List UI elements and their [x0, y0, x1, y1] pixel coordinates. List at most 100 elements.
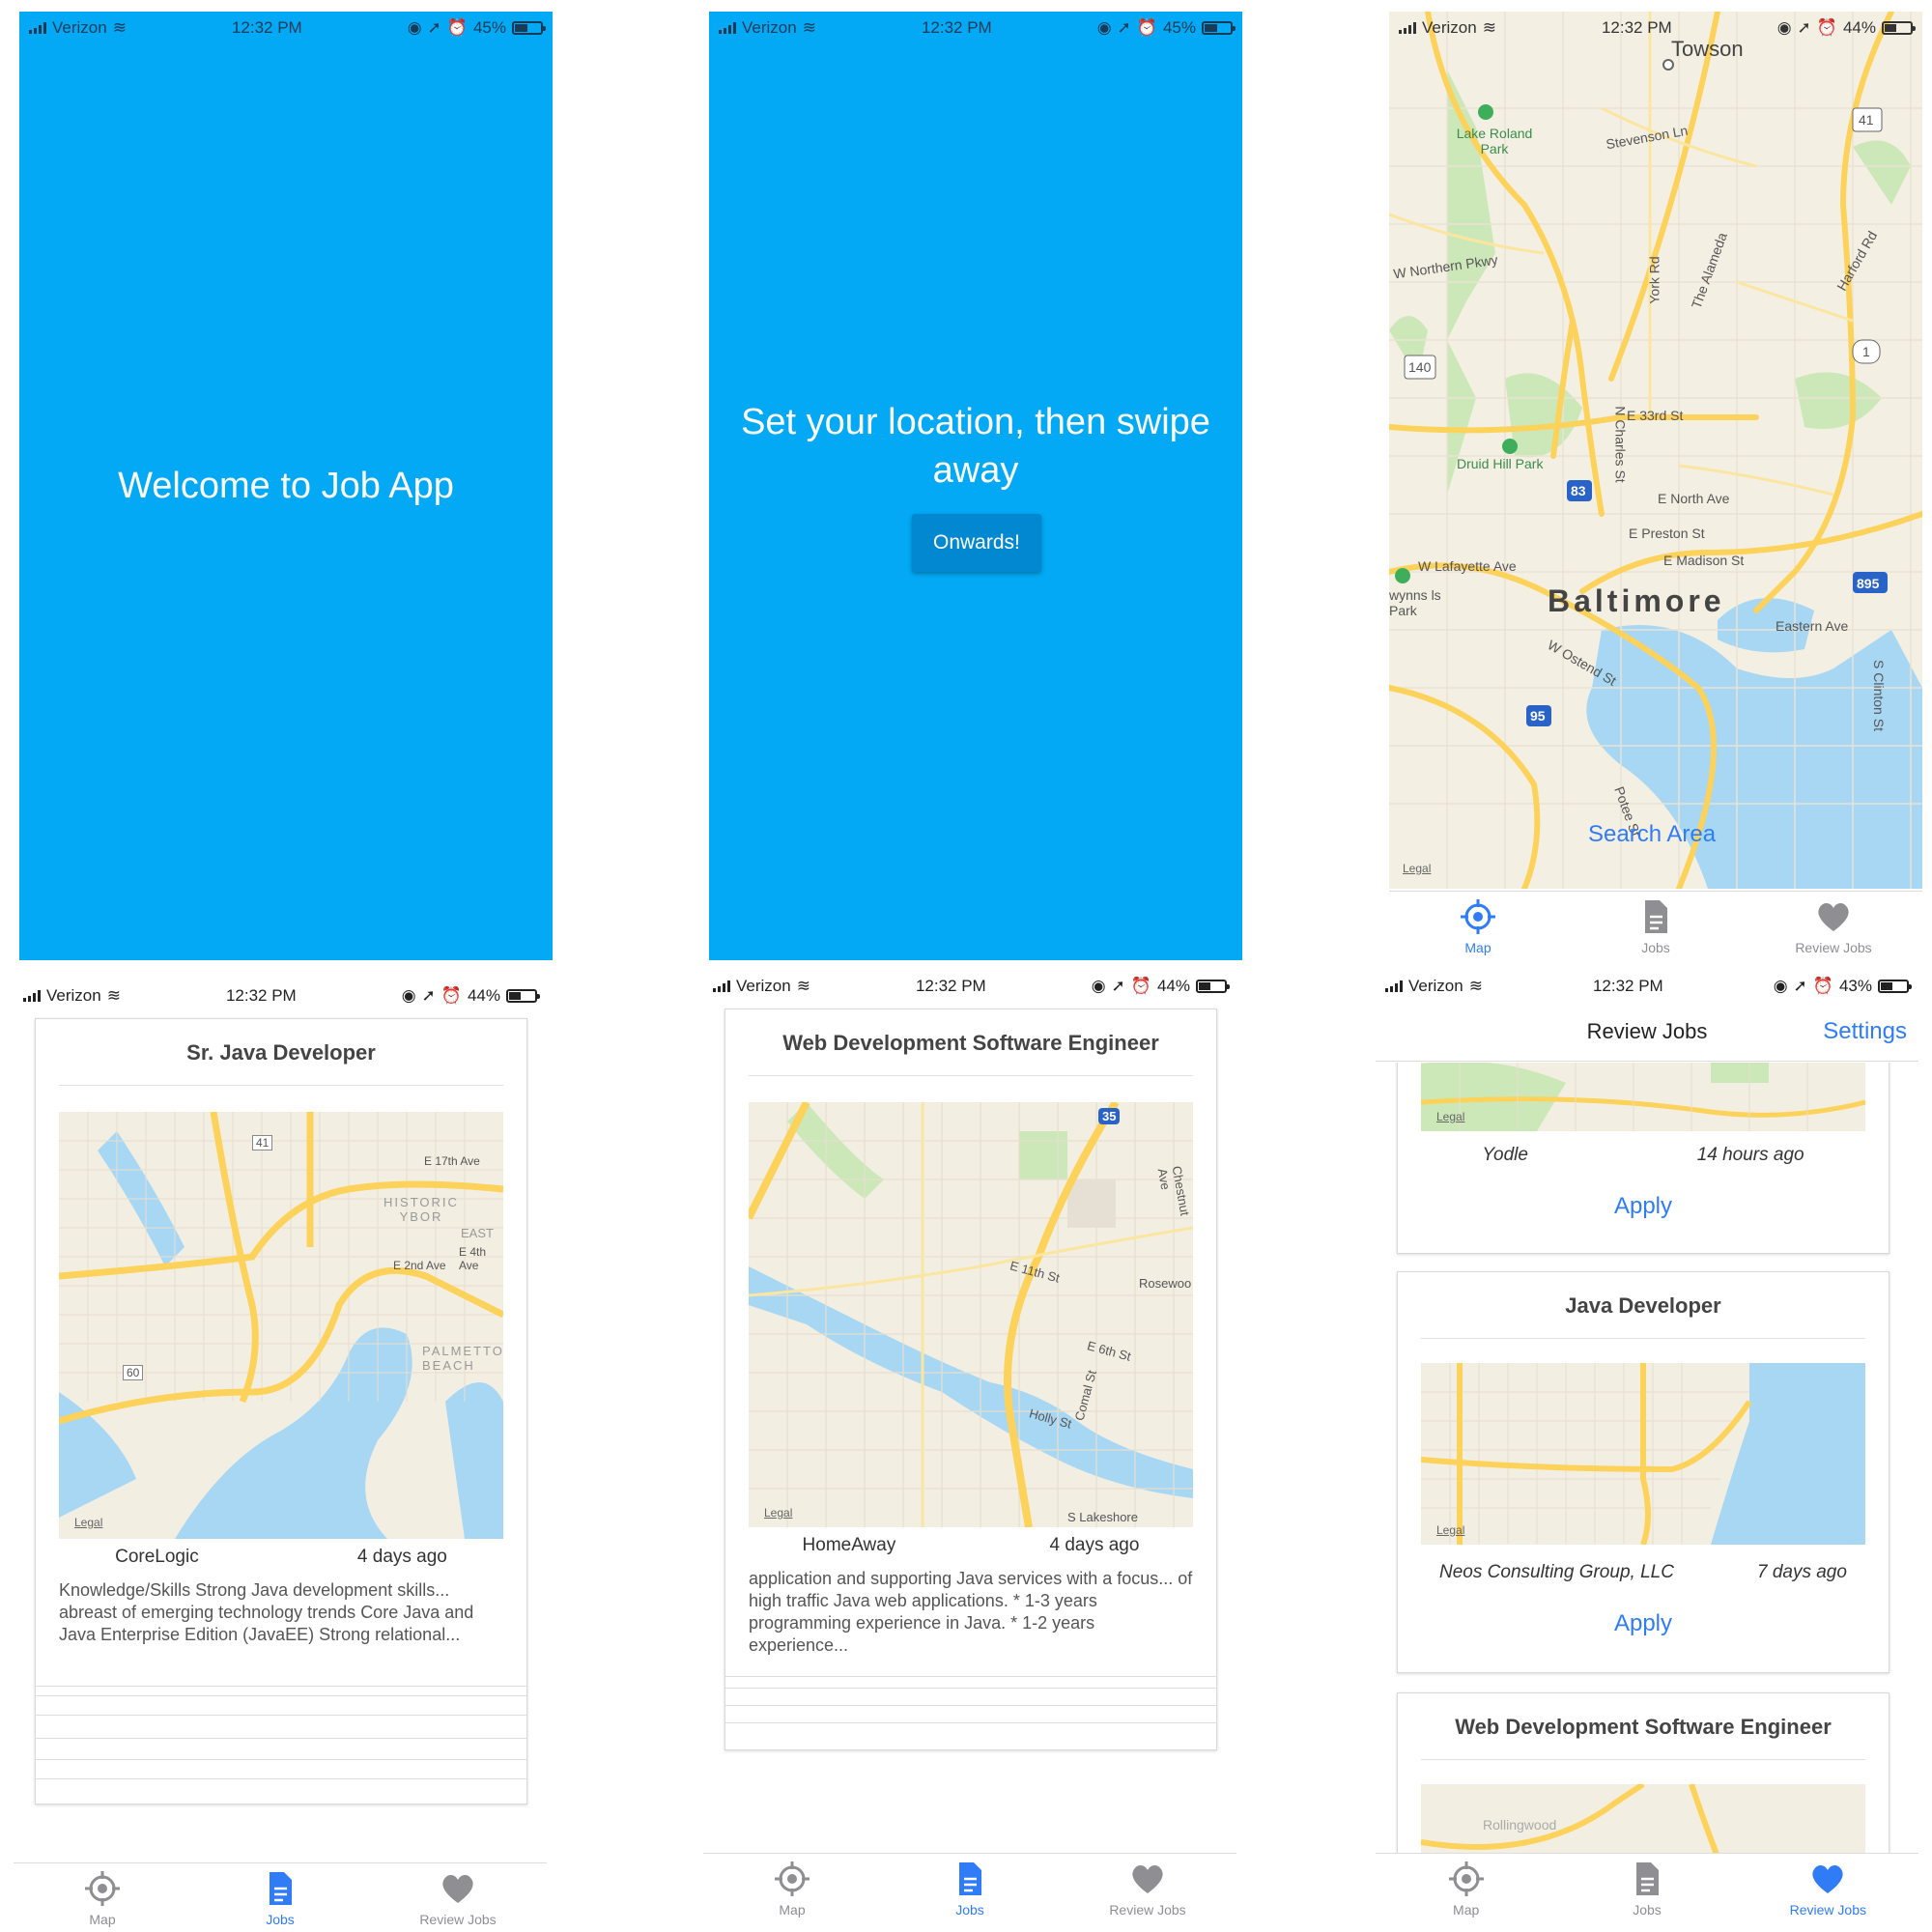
map-screen: Towson Lake Roland Park Stevenson Ln W N…	[1389, 12, 1922, 960]
tab-map[interactable]: Map	[1389, 892, 1567, 960]
job-meta: Neos Consulting Group, LLC 7 days ago	[1398, 1562, 1889, 1583]
heart-icon	[442, 1874, 473, 1903]
review-card: Java Developer Legal Neos Consulting Gro…	[1397, 1271, 1889, 1673]
map-legal-link[interactable]: Legal	[74, 1516, 102, 1529]
map-label-rollingwood: Rollingwood	[1483, 1817, 1557, 1833]
map-legal-link[interactable]: Legal	[1436, 1523, 1464, 1537]
card-stack-edge	[725, 1676, 1216, 1677]
document-icon	[270, 1872, 292, 1905]
jobs-screen-1: Verizon ≋ 12:32 PM ◉ ➚ ⏰ 44% Sr. Java Develo…	[14, 980, 547, 1932]
onwards-button[interactable]: Onwards!	[912, 514, 1041, 572]
job-map[interactable]: Rollingwood	[1421, 1784, 1865, 1855]
posted-age: 14 hours ago	[1696, 1145, 1804, 1165]
location-arrow-icon: ➚	[421, 986, 436, 1005]
tab-jobs[interactable]: Jobs	[881, 1854, 1059, 1923]
status-bar: Verizon ≋ 12:32 PM ◉ ➚ ⏰ 44%	[1389, 12, 1922, 44]
carrier: Verizon	[46, 986, 101, 1005]
company-name: HomeAway	[802, 1535, 896, 1555]
job-title: Sr. Java Developer	[186, 1040, 376, 1065]
card-stack-edge	[36, 1715, 526, 1716]
lock-rotation-icon: ◉	[1776, 18, 1792, 37]
map-label-e17: E 17th Ave	[424, 1154, 480, 1168]
tab-map[interactable]: Map	[1376, 1854, 1556, 1923]
tab-review-jobs[interactable]: Review Jobs	[1745, 892, 1922, 960]
signal-icon	[1399, 22, 1416, 34]
signal-icon	[713, 980, 730, 992]
map-label-charles: N Charles St	[1612, 406, 1629, 483]
battery-percent: 44%	[1842, 18, 1876, 37]
wifi-icon: ≋	[796, 977, 810, 995]
job-map[interactable]: Legal	[1421, 1063, 1865, 1131]
carrier: Verizon	[1408, 977, 1463, 995]
map-label-lakeshore: S Lakeshore	[1067, 1510, 1138, 1524]
settings-button[interactable]: Settings	[1823, 1018, 1907, 1045]
battery-percent: 45%	[472, 18, 506, 37]
job-map[interactable]: E 17th Ave HISTORIC YBOR EAST E 4th Ave …	[59, 1112, 503, 1539]
posted-age: 4 days ago	[1049, 1535, 1140, 1555]
jobs-screen-2: Verizon ≋ 12:32 PM ◉ ➚ ⏰ 44% Web Development…	[703, 970, 1236, 1932]
map-label-e4: E 4th Ave	[459, 1245, 487, 1272]
shield-i35: 35	[1098, 1108, 1121, 1124]
job-map[interactable]: Legal	[1421, 1363, 1865, 1545]
tab-label: Review Jobs	[1795, 940, 1872, 955]
tab-label: Map	[779, 1902, 806, 1918]
heart-icon	[1818, 902, 1849, 931]
map-legal-link[interactable]: Legal	[764, 1506, 792, 1520]
battery-icon	[1877, 980, 1912, 993]
shield-r41: 41	[1859, 112, 1874, 128]
map-label-e33: E 33rd St	[1627, 408, 1684, 423]
wifi-icon: ≋	[1482, 18, 1496, 37]
review-list[interactable]: Legal Yodle 14 hours ago Apply Java Deve…	[1376, 1063, 1918, 1855]
tab-label: Jobs	[955, 1902, 984, 1918]
crosshair-icon	[85, 1871, 120, 1906]
battery-icon	[1195, 980, 1230, 993]
tab-label: Map	[1464, 940, 1492, 955]
card-stack-edge	[36, 1759, 526, 1760]
signal-icon	[29, 22, 46, 34]
shield-r140: 140	[1408, 359, 1432, 375]
review-card: Legal Yodle 14 hours ago Apply	[1397, 1063, 1889, 1254]
tab-jobs[interactable]: Jobs	[1567, 892, 1745, 960]
job-map[interactable]: E 11th St Rosewoo E 6th St Comal St Holl…	[749, 1102, 1193, 1527]
onboard-title: Set your location, then swipe away	[741, 402, 1210, 491]
tab-map[interactable]: Map	[703, 1854, 881, 1923]
tab-label: Jobs	[266, 1912, 295, 1927]
battery-percent: 44%	[1156, 977, 1190, 995]
tab-jobs[interactable]: Jobs	[191, 1863, 369, 1932]
carrier: Verizon	[742, 18, 797, 37]
map-label-historic-ybor: HISTORIC YBOR	[384, 1195, 459, 1224]
posted-age: 7 days ago	[1756, 1562, 1847, 1582]
map-label-baltimore: Baltimore	[1548, 583, 1725, 618]
shield-us1: 1	[1862, 344, 1870, 359]
lock-rotation-icon: ◉	[1096, 18, 1112, 37]
apply-button[interactable]: Apply	[1398, 1193, 1889, 1220]
job-card[interactable]: Sr. Java Developer E 17th Ave HISTORIC Y…	[35, 1018, 527, 1804]
tab-map[interactable]: Map	[14, 1863, 191, 1932]
tab-review-jobs[interactable]: Review Jobs	[1738, 1854, 1918, 1923]
card-stack-edge	[36, 1738, 526, 1739]
map-legal-link[interactable]: Legal	[1436, 1110, 1464, 1123]
map-label-lafayette: W Lafayette Ave	[1418, 558, 1517, 574]
location-arrow-icon: ➚	[1797, 18, 1811, 37]
clock: 12:32 PM	[231, 18, 302, 37]
search-area-button[interactable]: Search Area	[1588, 821, 1716, 848]
map-label-e2: E 2nd Ave	[393, 1259, 446, 1272]
divider	[1421, 1759, 1865, 1760]
battery-icon	[505, 989, 540, 1003]
tab-review-jobs[interactable]: Review Jobs	[369, 1863, 547, 1932]
tab-bar: Map Jobs Review Jobs	[1389, 891, 1922, 960]
shield-r60: 60	[123, 1365, 144, 1380]
apply-button[interactable]: Apply	[1398, 1610, 1889, 1637]
job-card[interactable]: Web Development Software Engineer E 11th…	[724, 1009, 1217, 1750]
tab-jobs[interactable]: Jobs	[1556, 1854, 1737, 1923]
document-icon	[1645, 900, 1667, 933]
location-arrow-icon: ➚	[427, 18, 441, 37]
map-legal-link[interactable]: Legal	[1403, 862, 1431, 875]
lock-rotation-icon: ◉	[1773, 977, 1788, 995]
job-meta: CoreLogic 4 days ago	[36, 1547, 526, 1568]
baltimore-map[interactable]: Towson Lake Roland Park Stevenson Ln W N…	[1389, 12, 1922, 889]
tab-bar: Map Jobs Review Jobs	[14, 1862, 547, 1932]
company-name: Yodle	[1482, 1145, 1528, 1165]
tab-review-jobs[interactable]: Review Jobs	[1059, 1854, 1236, 1923]
tab-bar: Map Jobs Review Jobs	[703, 1853, 1236, 1923]
